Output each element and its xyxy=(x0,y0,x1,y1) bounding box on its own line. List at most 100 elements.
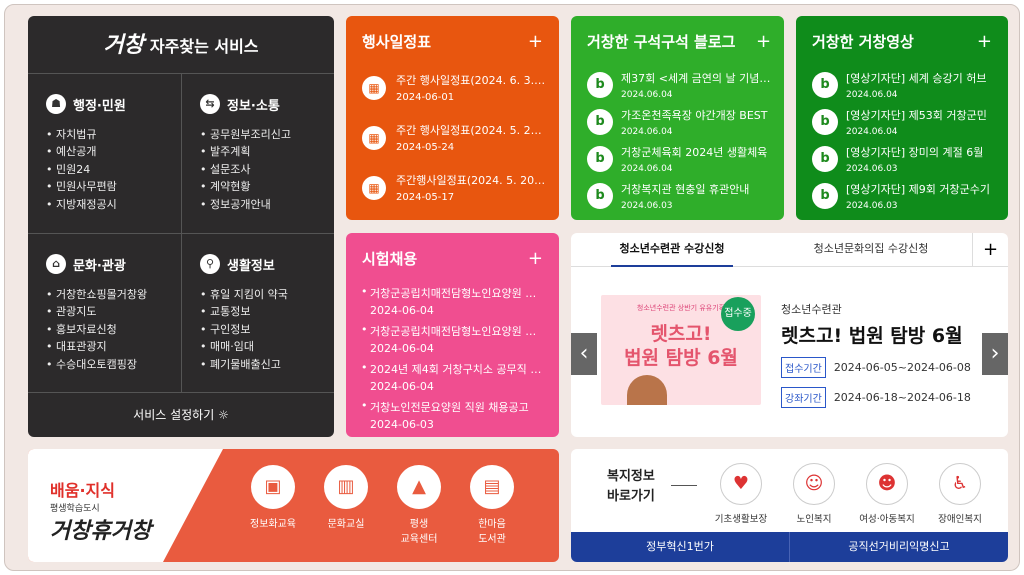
services-header: 거창 자주찾는 서비스 xyxy=(28,16,334,74)
service-link[interactable]: 교통정보 xyxy=(200,303,334,320)
recruit-item[interactable]: 2024년 제4회 거창구치소 공무직 채용 2024-06-04 xyxy=(346,361,559,399)
video-title[interactable]: [영상기자단] 제53회 거창군민 xyxy=(846,107,998,123)
service-group-title[interactable]: ⚲ 생활정보 xyxy=(200,254,334,274)
service-link[interactable]: 민원사무편람 xyxy=(46,178,181,195)
service-link[interactable]: 매매·임대 xyxy=(200,338,334,355)
event-title[interactable]: 주간 행사일정표(2024. 6. 3. ~ 6. 9.) xyxy=(396,72,546,88)
service-link[interactable]: 자치법규 xyxy=(46,126,181,143)
recruit-item[interactable]: 거창군공립치매전담형노인요양원 직원 채용 2024-06-04 xyxy=(346,323,559,361)
recruit-more-button[interactable]: + xyxy=(528,233,543,285)
recruit-item[interactable]: 거창노인전문요양원 직원 채용공고 2024-06-03 xyxy=(346,399,559,437)
video-title[interactable]: [영상기자단] 장미의 계절 6월 xyxy=(846,144,998,160)
service-link[interactable]: 관광지도 xyxy=(46,303,181,320)
learning-link[interactable]: ▲ 평생 교육센터 xyxy=(384,465,454,545)
service-group-label: 행정·민원 xyxy=(73,98,126,114)
service-link[interactable]: 정보공개안내 xyxy=(200,196,334,213)
recruit-title[interactable]: 거창군공립치매전담형노인요양원 직원 채용 xyxy=(370,323,543,339)
event-item[interactable]: ▦ 주간행사일정표(2024. 5. 20. ~ 5. 26.) 2024-05-1… xyxy=(346,168,559,218)
welfare-link[interactable]: ♥ 기초생활보장 xyxy=(706,463,776,525)
event-title[interactable]: 주간 행사일정표(2024. 5. 27. ~ 6. 2.) xyxy=(396,122,546,138)
course-info: 청소년수련관 렛츠고! 법원 탐방 6월 접수기간 2024-06-05~2024… xyxy=(781,301,971,408)
service-group: ⚲ 생활정보휴일 지킴이 약국교통정보구인정보매매·임대폐기물배출신고 xyxy=(181,233,334,392)
service-link[interactable]: 수승대오토캠핑장 xyxy=(46,356,181,373)
welfare-link[interactable]: ♿ 장애인복지 xyxy=(925,463,995,525)
service-link[interactable]: 휴일 지킴이 약국 xyxy=(200,286,334,303)
courses-more-button[interactable]: + xyxy=(972,233,1008,267)
service-group-title[interactable]: ☗ 행정·민원 xyxy=(46,94,181,114)
blog-item[interactable]: b 가조온천족욕장 야간개장 BEST 2024.06.04 xyxy=(571,105,784,142)
service-group: ⌂ 문화·관광거창한쇼핑몰거창왕관광지도홍보자료신청대표관광지수승대오토캠핑장 xyxy=(28,233,181,392)
blog-title[interactable]: 가조온천족욕장 야간개장 BEST xyxy=(621,107,774,123)
recruit-item[interactable]: 거창군공립치매전담형노인요양원 직원 채용 2024-06-04 xyxy=(346,285,559,323)
service-link[interactable]: 지방재정공시 xyxy=(46,196,181,213)
video-item[interactable]: b [영상기자단] 제9회 거창군수기 2024.06.03 xyxy=(796,179,1008,216)
blog-title[interactable]: 거창한 구석구석 블로그 xyxy=(587,33,735,51)
service-link[interactable]: 공무원부조리신고 xyxy=(200,126,334,143)
next-arrow-icon[interactable]: › xyxy=(982,333,1008,375)
recruit-title[interactable]: 거창군공립치매전담형노인요양원 직원 채용 xyxy=(370,285,543,301)
course-period-label: 강좌기간 xyxy=(781,387,826,408)
event-title[interactable]: 주간행사일정표(2024. 5. 20. ~ 5. 26.) xyxy=(396,172,546,188)
service-link[interactable]: 구인정보 xyxy=(200,321,334,338)
video-title[interactable]: [영상기자단] 세계 승강기 허브 xyxy=(846,70,998,86)
video-more-button[interactable]: + xyxy=(977,16,992,68)
video-item[interactable]: b [영상기자단] 세계 승강기 허브 2024.06.04 xyxy=(796,68,1008,105)
learning-link[interactable]: ▣ 정보화교육 xyxy=(238,465,308,530)
recruit-title[interactable]: 시험채용 xyxy=(362,250,417,268)
learning-link[interactable]: ▥ 문화교실 xyxy=(311,465,381,530)
blog-item[interactable]: b 거창복지관 현충일 휴관안내 2024.06.03 xyxy=(571,179,784,216)
service-link[interactable]: 민원24 xyxy=(46,161,181,178)
tab-youth-culture-house[interactable]: 청소년문화의집 수강신청 xyxy=(786,233,956,267)
service-link[interactable]: 대표관광지 xyxy=(46,338,181,355)
events-more-button[interactable]: + xyxy=(528,16,543,68)
banner-line1: 렛츠고! xyxy=(650,323,712,345)
video-panel: 거창한 거창영상 + b [영상기자단] 세계 승강기 허브 2024.06.04 b [… xyxy=(796,16,1008,220)
service-link[interactable]: 계약현황 xyxy=(200,178,334,195)
course-banner-image[interactable]: 청소년수련관 상반기 유유기획 접수중 렛츠고! 법원 탐방 6월 xyxy=(601,295,761,405)
service-settings-button[interactable]: 서비스 설정하기 ☼ xyxy=(28,392,334,437)
blog-item[interactable]: b 거창군체육회 2024년 생활체육 2024.06.04 xyxy=(571,142,784,179)
service-link[interactable]: 발주계획 xyxy=(200,143,334,160)
service-link[interactable]: 설문조사 xyxy=(200,161,334,178)
service-group-title[interactable]: ⌂ 문화·관광 xyxy=(46,254,181,274)
learning-link[interactable]: ▤ 한마음 도서관 xyxy=(457,465,527,545)
events-title[interactable]: 행사일정표 xyxy=(362,33,431,51)
video-title[interactable]: [영상기자단] 제9회 거창군수기 xyxy=(846,181,998,197)
event-item[interactable]: ▦ 주간 행사일정표(2024. 6. 3. ~ 6. 9.) 2024-06-01 xyxy=(346,68,559,118)
event-item[interactable]: ▦ 주간 행사일정표(2024. 5. 27. ~ 6. 2.) 2024-05-2… xyxy=(346,118,559,168)
video-item[interactable]: b [영상기자단] 장미의 계절 6월 2024.06.03 xyxy=(796,142,1008,179)
recruitment-panel: 시험채용+ 거창군공립치매전담형노인요양원 직원 채용2024-06-04거창군… xyxy=(346,233,559,437)
tab-youth-center[interactable]: 청소년수련관 수강신청 xyxy=(611,233,733,267)
recruit-title[interactable]: 2024년 제4회 거창구치소 공무직 채용 xyxy=(370,361,543,377)
frequent-services-panel: 거창 자주찾는 서비스 ☗ 행정·민원자치법규예산공개민원24민원사무편람지방재정공… xyxy=(28,16,334,437)
election-report-link[interactable]: 공직선거비리익명신고 xyxy=(790,532,1008,562)
gov-innovation-link[interactable]: 정부혁신1번가 xyxy=(571,532,790,562)
calendar-icon: ▦ xyxy=(362,76,386,100)
welfare-link[interactable]: ☺ 노인복지 xyxy=(779,463,849,525)
course-name[interactable]: 렛츠고! 법원 탐방 6월 xyxy=(781,321,971,348)
service-group-title[interactable]: ⇆ 정보·소통 xyxy=(200,94,334,114)
video-date: 2024.06.04 xyxy=(846,90,898,100)
quick-links-bar: 정부혁신1번가 공직선거비리익명신고 xyxy=(571,532,1008,562)
service-link[interactable]: 폐기물배출신고 xyxy=(200,356,334,373)
blog-b-icon: b xyxy=(587,109,613,135)
apply-period-value: 2024-06-05~2024-06-08 xyxy=(833,361,971,374)
blog-title[interactable]: 거창군체육회 2024년 생활체육 xyxy=(621,144,774,160)
service-link[interactable]: 홍보자료신청 xyxy=(46,321,181,338)
prev-arrow-icon[interactable]: ‹ xyxy=(571,333,597,375)
event-date: 2024-05-17 xyxy=(396,192,455,203)
video-title[interactable]: 거창한 거창영상 xyxy=(812,33,914,51)
service-link[interactable]: 거창한쇼핑몰거창왕 xyxy=(46,286,181,303)
blog-item[interactable]: b 제37회 <세계 금연의 날 기념행사> 2024.06.04 xyxy=(571,68,784,105)
service-link[interactable]: 예산공개 xyxy=(46,143,181,160)
blog-b-icon: b xyxy=(587,146,613,172)
video-item[interactable]: b [영상기자단] 제53회 거창군민 2024.06.04 xyxy=(796,105,1008,142)
service-group: ☗ 행정·민원자치법규예산공개민원24민원사무편람지방재정공시 xyxy=(28,74,181,233)
blog-date: 2024.06.03 xyxy=(621,201,673,211)
recruit-title[interactable]: 거창노인전문요양원 직원 채용공고 xyxy=(370,399,543,415)
blog-title[interactable]: 제37회 <세계 금연의 날 기념행사> xyxy=(621,70,774,86)
blog-more-button[interactable]: + xyxy=(756,16,771,68)
learning-logo: 거창휴거창 xyxy=(50,518,152,544)
welfare-link[interactable]: ☻ 여성·아동복지 xyxy=(852,463,922,525)
blog-title[interactable]: 거창복지관 현충일 휴관안내 xyxy=(621,181,774,197)
